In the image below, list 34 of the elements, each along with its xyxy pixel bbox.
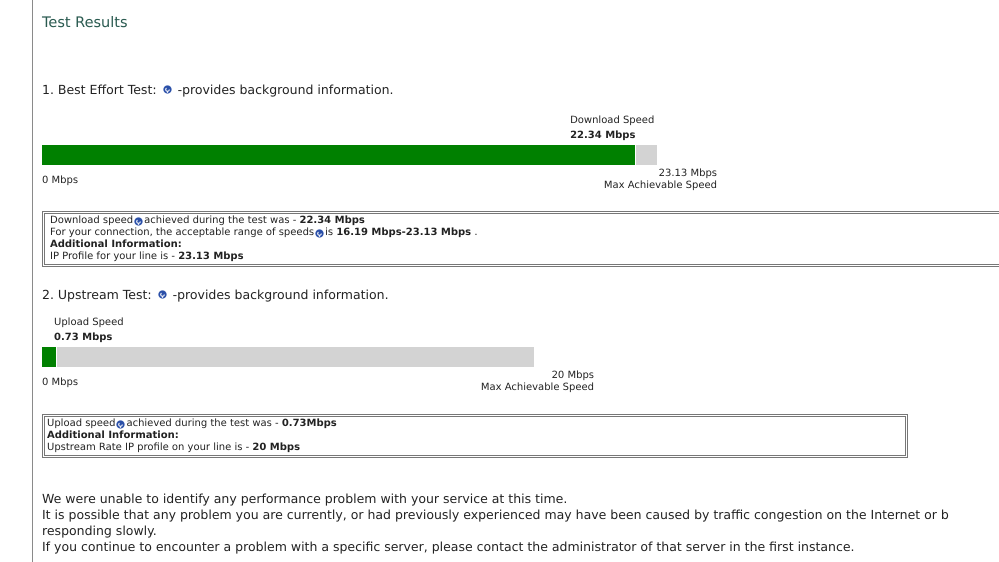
summary-text: It is possible that any problem you are currently, or had previously experienced may have been caused by traffic congestion on the Internet or b xyxy=(42,507,950,523)
info-text: achieved during the test was - 0.73Mbps xyxy=(126,418,337,430)
info-text: Additional Information: xyxy=(50,239,182,251)
speed-label: Upload Speed xyxy=(54,316,124,330)
summary-text: We were unable to identify any performance problem with your service at this time. xyxy=(42,491,568,507)
min-label: 0 Mbps xyxy=(42,175,78,188)
speed-label: Download Speed xyxy=(570,114,654,128)
info-text: Download speed xyxy=(50,215,134,227)
heading-note: -provides background information. xyxy=(172,287,389,302)
help-icon[interactable] xyxy=(134,216,144,226)
max-value: 20 Mbps xyxy=(550,370,594,382)
summary-text: responding slowly. xyxy=(42,523,158,539)
min-label: 0 Mbps xyxy=(42,377,78,390)
info-text: For your connection, the acceptable range of speeds xyxy=(50,227,314,239)
help-icon[interactable] xyxy=(116,420,126,428)
heading-note: -provides background information. xyxy=(178,82,394,97)
help-icon[interactable] xyxy=(315,228,324,238)
test-heading: 1. Best Effort Test: xyxy=(42,82,157,97)
info-text: Upstream Rate IP profile on your line is - 20 Mbps xyxy=(47,442,300,454)
info-text: IP Profile for your line is - 23.13 Mbps xyxy=(50,251,244,263)
help-icon[interactable] xyxy=(158,290,167,299)
info-text: achieved during the test was - 22.34 Mbps xyxy=(144,215,365,227)
info-text: is 16.19 Mbps-23.13 Mbps . xyxy=(325,227,478,239)
page-title: Test Results xyxy=(42,14,129,32)
info-text: Upload speed xyxy=(47,418,116,430)
speed-value: 22.34 Mbps xyxy=(570,129,636,143)
max-label: Max Achievable Speed xyxy=(604,180,717,192)
speed-value: 0.73 Mbps xyxy=(54,331,114,345)
max-label: Max Achievable Speed xyxy=(480,382,594,394)
summary-text: If you continue to encounter a problem with a specific server, please contact the administrator of that server in the first instance. xyxy=(42,539,856,555)
info-text: Additional Information: xyxy=(47,430,179,442)
max-value: 23.13 Mbps xyxy=(658,168,717,180)
help-icon[interactable] xyxy=(162,85,172,94)
test-heading: 2. Upstream Test: xyxy=(42,287,152,302)
